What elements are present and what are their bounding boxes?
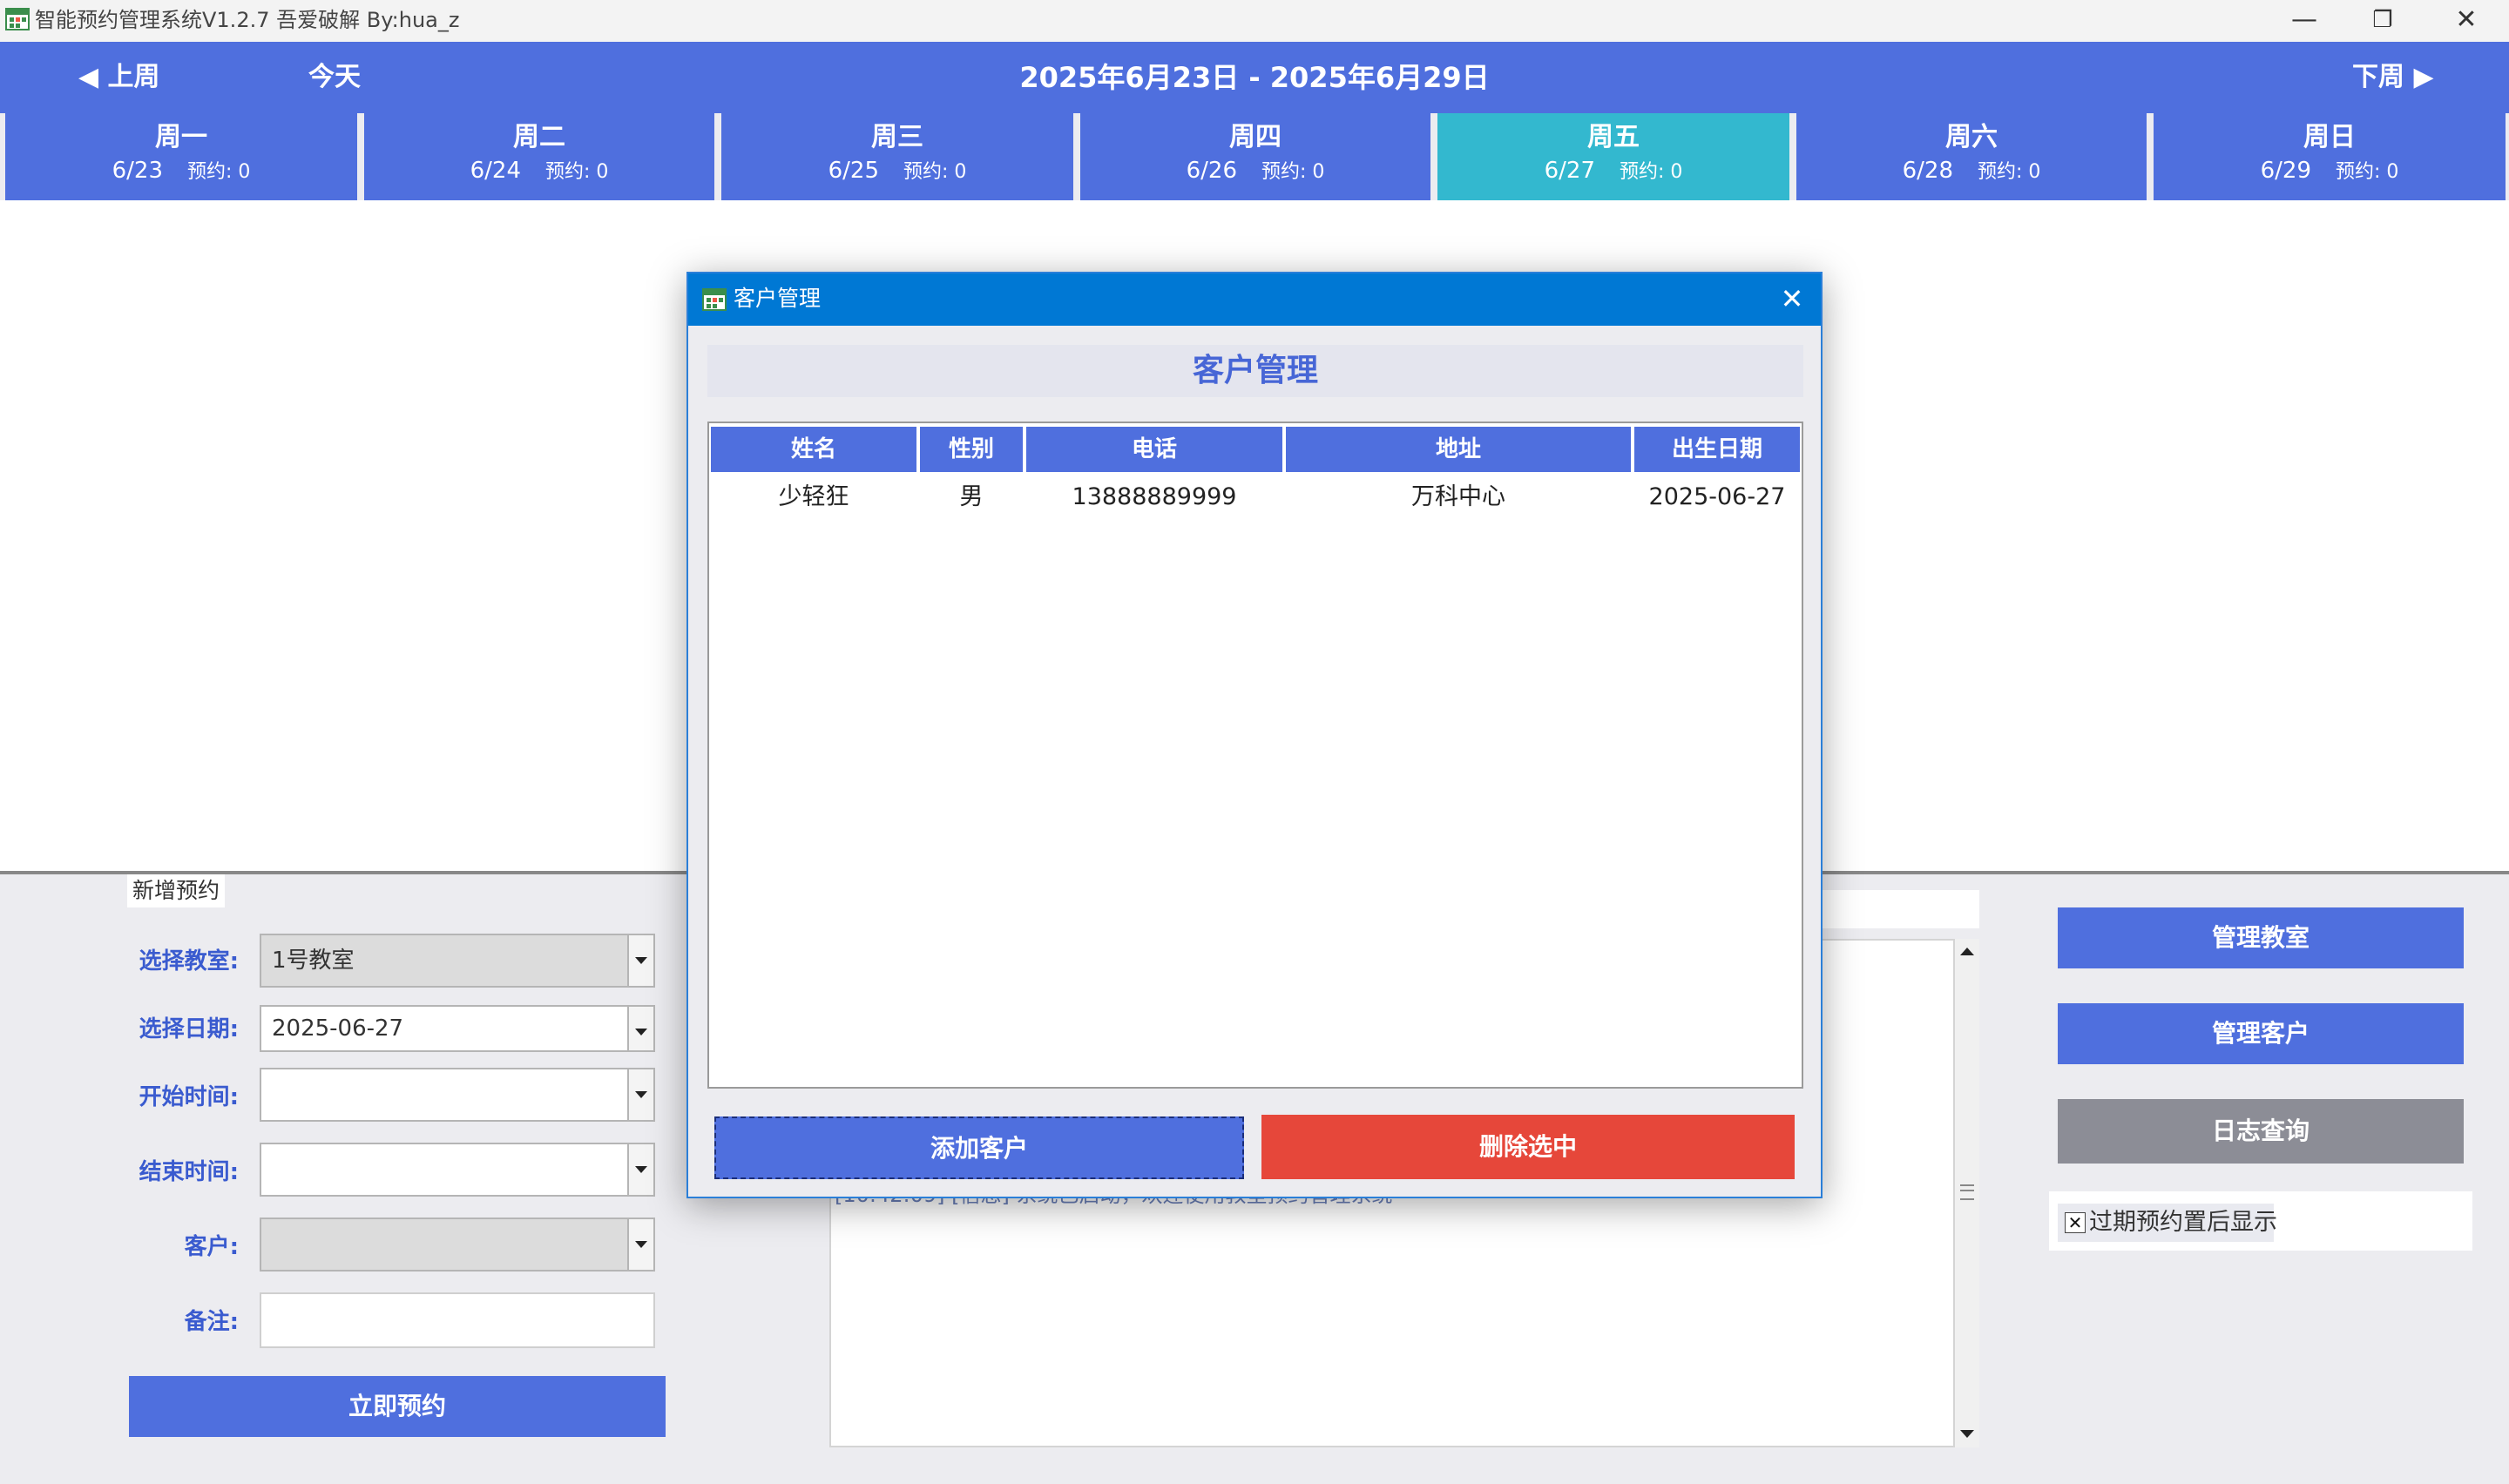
minimize-button[interactable]: — bbox=[2265, 0, 2343, 42]
dialog-heading: 客户管理 bbox=[1192, 353, 1318, 388]
day-date: 6/27 bbox=[1544, 158, 1595, 184]
app-calendar-icon bbox=[5, 8, 30, 30]
day-column-mon[interactable]: 周一 6/23 预约: 0 bbox=[5, 113, 357, 200]
log-scrollbar[interactable] bbox=[1953, 939, 1979, 1447]
delete-selected-button[interactable]: 删除选中 bbox=[1261, 1115, 1795, 1179]
chevron-down-icon[interactable] bbox=[627, 1007, 653, 1050]
day-name: 周四 bbox=[1229, 122, 1282, 152]
scroll-grip-icon[interactable] bbox=[1960, 1184, 1974, 1200]
end-time-select[interactable] bbox=[260, 1143, 655, 1197]
close-icon[interactable]: ✕ bbox=[1768, 273, 1816, 326]
day-booking-count: 预约: 0 bbox=[1619, 161, 1683, 183]
column-header-name[interactable]: 姓名 bbox=[711, 427, 916, 472]
day-name: 周日 bbox=[2303, 122, 2356, 152]
day-booking-count: 预约: 0 bbox=[544, 161, 609, 183]
day-name: 周三 bbox=[871, 122, 923, 152]
customer-label: 客户: bbox=[184, 1234, 239, 1260]
day-date: 6/23 bbox=[112, 158, 163, 184]
day-column-thu[interactable]: 周四 6/26 预约: 0 bbox=[1080, 113, 1430, 200]
restore-button[interactable]: ❐ bbox=[2343, 0, 2422, 42]
day-booking-count: 预约: 0 bbox=[1261, 161, 1325, 183]
week-range-title: 2025年6月23日 - 2025年6月29日 bbox=[1019, 61, 1490, 94]
add-customer-button[interactable]: 添加客户 bbox=[714, 1116, 1244, 1179]
overdue-checkbox-label[interactable]: 过期预约置后显示 bbox=[2089, 1205, 2277, 1240]
day-name: 周二 bbox=[513, 122, 565, 152]
date-value: 2025-06-27 bbox=[272, 1015, 404, 1042]
day-column-sun[interactable]: 周日 6/29 预约: 0 bbox=[2154, 113, 2506, 200]
day-date: 6/26 bbox=[1186, 158, 1237, 184]
table-cell-address[interactable]: 万科中心 bbox=[1286, 476, 1631, 519]
day-column-tue[interactable]: 周二 6/24 预约: 0 bbox=[364, 113, 714, 200]
day-date: 6/24 bbox=[470, 158, 521, 184]
prev-week-button[interactable]: ◀ 上周 bbox=[78, 42, 160, 113]
scroll-up-icon[interactable] bbox=[1958, 942, 1976, 960]
dialog-title: 客户管理 bbox=[734, 286, 822, 311]
table-cell-gender[interactable]: 男 bbox=[920, 476, 1023, 519]
chevron-down-icon[interactable] bbox=[627, 1144, 653, 1195]
day-booking-count: 预约: 0 bbox=[1977, 161, 2041, 183]
log-header bbox=[1819, 890, 1979, 928]
classroom-label: 选择教室: bbox=[139, 948, 239, 975]
table-cell-phone[interactable]: 13888889999 bbox=[1026, 476, 1282, 519]
column-header-address[interactable]: 地址 bbox=[1286, 427, 1631, 472]
classroom-value: 1号教室 bbox=[272, 948, 355, 974]
chevron-down-icon[interactable] bbox=[627, 1219, 653, 1270]
chevron-down-icon[interactable] bbox=[627, 935, 653, 986]
overdue-checkbox[interactable]: ✕ bbox=[2065, 1212, 2086, 1233]
date-picker[interactable]: 2025-06-27 bbox=[260, 1005, 655, 1052]
scroll-down-icon[interactable] bbox=[1958, 1425, 1976, 1442]
day-booking-count: 预约: 0 bbox=[2335, 161, 2399, 183]
chevron-down-icon[interactable] bbox=[627, 1069, 653, 1120]
book-now-button[interactable]: 立即预约 bbox=[129, 1376, 666, 1437]
end-time-label: 结束时间: bbox=[139, 1159, 239, 1185]
day-date: 6/29 bbox=[2260, 158, 2311, 184]
window-title: 智能预约管理系统V1.2.7 吾爱破解 By:hua_z bbox=[35, 8, 460, 32]
app-calendar-icon bbox=[702, 288, 727, 311]
day-name: 周六 bbox=[1945, 122, 1998, 152]
customer-table[interactable] bbox=[707, 422, 1803, 1089]
date-label: 选择日期: bbox=[139, 1016, 239, 1042]
manage-customers-button[interactable]: 管理客户 bbox=[2058, 1003, 2464, 1064]
column-header-phone[interactable]: 电话 bbox=[1026, 427, 1282, 472]
note-input[interactable] bbox=[260, 1292, 655, 1348]
day-name: 周一 bbox=[155, 122, 207, 152]
day-date: 6/25 bbox=[828, 158, 879, 184]
day-booking-count: 预约: 0 bbox=[903, 161, 967, 183]
table-cell-name[interactable]: 少轻狂 bbox=[711, 476, 916, 519]
dialog-titlebar[interactable] bbox=[688, 273, 1821, 326]
customer-select[interactable] bbox=[260, 1218, 655, 1272]
day-name: 周五 bbox=[1587, 122, 1640, 152]
note-label: 备注: bbox=[184, 1309, 239, 1335]
day-date: 6/28 bbox=[1902, 158, 1953, 184]
start-time-label: 开始时间: bbox=[139, 1084, 239, 1110]
column-header-birthdate[interactable]: 出生日期 bbox=[1634, 427, 1800, 472]
classroom-select[interactable]: 1号教室 bbox=[260, 934, 655, 988]
day-column-fri[interactable]: 周五 6/27 预约: 0 bbox=[1437, 113, 1789, 200]
booking-group-title: 新增预约 bbox=[127, 874, 226, 907]
next-week-button[interactable]: 下周 ▶ bbox=[2352, 42, 2434, 113]
day-column-wed[interactable]: 周三 6/25 预约: 0 bbox=[721, 113, 1073, 200]
log-query-button[interactable]: 日志查询 bbox=[2058, 1099, 2464, 1164]
table-cell-birthdate[interactable]: 2025-06-27 bbox=[1634, 476, 1800, 519]
today-button[interactable]: 今天 bbox=[308, 42, 361, 113]
manage-classrooms-button[interactable]: 管理教室 bbox=[2058, 907, 2464, 968]
start-time-select[interactable] bbox=[260, 1068, 655, 1122]
day-column-sat[interactable]: 周六 6/28 预约: 0 bbox=[1796, 113, 2147, 200]
day-booking-count: 预约: 0 bbox=[186, 161, 251, 183]
column-header-gender[interactable]: 性别 bbox=[920, 427, 1023, 472]
close-window-button[interactable]: ✕ bbox=[2427, 0, 2506, 42]
